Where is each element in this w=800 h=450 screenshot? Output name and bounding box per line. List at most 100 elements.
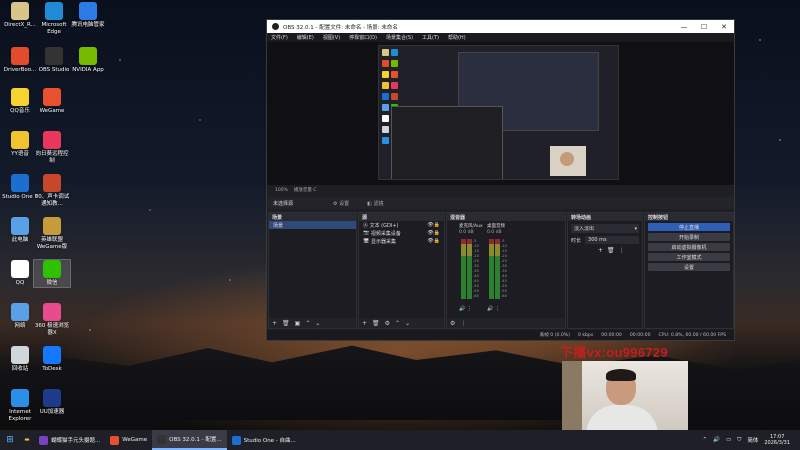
menu-help[interactable]: 帮助(H) [448, 34, 466, 41]
desktop-icon[interactable]: 微信 [33, 259, 71, 288]
mic-channel-name: 麦克风/Aux [459, 224, 483, 229]
trash-icon[interactable]: 🗑 [607, 247, 615, 254]
settings-button[interactable]: 设置 [648, 263, 730, 271]
source-item[interactable]: Ⓐ 文本 (GDI+) 👁🔒 [359, 221, 444, 229]
duration-input[interactable]: 300 ms [585, 236, 639, 244]
preview-zoom-row: 100% 播放音量 C [267, 186, 734, 194]
app-icon [43, 131, 61, 149]
down-icon[interactable]: ⌄ [405, 320, 410, 327]
obs-status-bar: 丢帧 0 (0.0%) 0 kbps 00:00:00 00:00:00 CPU… [267, 330, 734, 340]
menu-edit[interactable]: 编辑(E) [297, 34, 314, 41]
desktop-icon[interactable]: 腾讯电脑管家 [70, 2, 106, 29]
add-icon[interactable]: + [598, 247, 603, 254]
desktop-channel-db: 0.0 dB [487, 230, 502, 235]
menu-view[interactable]: 视图(V) [323, 34, 340, 41]
cpu-fps: CPU: 0.8%, 60.00 / 60.00 FPS [658, 332, 727, 338]
desktop-icon-label: WeGame [39, 108, 65, 114]
zoom-level[interactable]: 100% [275, 188, 288, 193]
desktop-icon[interactable]: NVIDIA App [70, 47, 106, 74]
desktop-icon[interactable]: 回收站 [2, 346, 38, 373]
webcam-feed [562, 361, 688, 434]
desktop-icon[interactable]: ToDesk [34, 346, 70, 373]
desktop-icon[interactable]: QQ音乐 [2, 88, 38, 115]
desktop-icon-label: UU加速器 [39, 409, 65, 415]
source-item[interactable]: 🖥 显示器采集 👁🔒 [359, 237, 444, 245]
bitrate: 0 kbps [577, 332, 594, 338]
mixer-footer: ⚙ ⋮ [447, 318, 565, 328]
desktop-icon[interactable]: Internet Explorer [2, 389, 38, 422]
mic-mute-controls[interactable]: 🔊 ⋮ [459, 306, 472, 312]
desktop-icon[interactable]: YY语音 [2, 131, 38, 158]
up-icon[interactable]: ⌃ [395, 320, 400, 327]
network-icon[interactable]: ▭ [726, 437, 731, 443]
minimize-button[interactable]: — [674, 23, 694, 31]
desktop-icon[interactable]: 英雄联盟WeGame版 [34, 217, 70, 250]
close-button[interactable]: ✕ [714, 23, 734, 31]
desktop-icon[interactable]: 向日葵远程控制 [34, 131, 70, 164]
obs-window[interactable]: OBS 32.0.1 - 配置文件: 未命名 - 场景: 未命名 — ☐ ✕ 文… [266, 19, 735, 341]
desktop-icon-label: 微信 [46, 280, 58, 286]
desktop-icon[interactable]: WeGame [34, 88, 70, 115]
desktop-icon-label: 360 极速浏览器X [34, 323, 70, 336]
sound-icon[interactable]: 🔊 [713, 437, 720, 443]
menu-icon[interactable]: ⋮ [460, 320, 466, 327]
obs-titlebar[interactable]: OBS 32.0.1 - 配置文件: 未命名 - 场景: 未命名 — ☐ ✕ [267, 20, 734, 33]
clock[interactable]: 17:07 2026/3/31 [764, 434, 790, 446]
desktop-icon[interactable]: Studio One 7 [2, 174, 38, 201]
app-icon [45, 2, 63, 20]
filters-button[interactable]: ◧ 滤镜 [367, 200, 383, 207]
add-icon[interactable]: + [362, 320, 367, 327]
taskbar-app[interactable]: 蝴蝶猫手元头摄题... [34, 430, 105, 450]
desktop-icon[interactable]: OBS Studio [36, 47, 72, 74]
menu-scene-collection[interactable]: 场景集合(S) [386, 34, 413, 41]
lang-indicator[interactable]: 简体 [747, 436, 758, 444]
preview-canvas[interactable] [267, 42, 734, 185]
taskbar-app[interactable]: Studio One - 自曲... [227, 430, 301, 450]
desktop-mute-controls[interactable]: 🔊 ⋮ [487, 306, 500, 312]
taskbar-apps: 蝴蝶猫手元头摄题... WeGame OBS 32.0.1 - 配置... Studi… [34, 430, 301, 450]
chevron-up-icon[interactable]: ⌃ [703, 437, 708, 443]
trash-icon[interactable]: 🗑 [372, 320, 380, 327]
down-icon[interactable]: ⌄ [315, 320, 320, 327]
desktop-icon[interactable]: 网络 [2, 303, 38, 330]
gear-icon[interactable]: ⚙ [385, 320, 390, 327]
menu-icon[interactable]: ⋮ [619, 247, 625, 254]
up-icon[interactable]: ⌃ [305, 320, 310, 327]
taskbar-app[interactable]: WeGame [105, 430, 152, 450]
desktop-icon-label: OBS Studio [38, 67, 70, 73]
windows-start-icon[interactable]: ⊞ [0, 435, 20, 445]
trash-icon[interactable]: 🗑 [282, 320, 290, 327]
add-icon[interactable]: + [272, 320, 277, 327]
source-item[interactable]: 📷 视频采集设备 👁🔒 [359, 229, 444, 237]
taskbar-app-label: OBS 32.0.1 - 配置... [169, 437, 222, 443]
desktop-icon[interactable]: DriverBoo... [2, 47, 38, 74]
scene-item[interactable]: 场景 [269, 221, 356, 229]
maximize-button[interactable]: ☐ [694, 23, 714, 31]
desktop-icon[interactable]: 360 极速浏览器X [34, 303, 70, 336]
mixer-dock: 混音器 麦克风/Aux 0.0 dB 桌面音频 0.0 dB -5 -10 -15-… [446, 212, 566, 329]
desktop-icon[interactable]: 00、声卡调试通知教... [34, 174, 70, 207]
menu-tools[interactable]: 工具(T) [422, 34, 439, 41]
studio-mode-button[interactable]: 工作室模式 [648, 253, 730, 261]
transition-actions: + 🗑 ⋮ [568, 244, 642, 254]
file-explorer-icon[interactable]: ▬ [20, 437, 34, 443]
desktop-icon[interactable]: UU加速器 [34, 389, 70, 416]
properties-button[interactable]: ⚙ 设置 [333, 200, 349, 207]
shield-icon[interactable]: ⛉ [737, 437, 741, 444]
virtual-camera-button[interactable]: 启动虚拟摄像机 [648, 243, 730, 251]
taskbar-app[interactable]: OBS 32.0.1 - 配置... [152, 430, 227, 450]
gear-icon[interactable]: ⚙ [450, 320, 455, 327]
filter-icon[interactable]: ▣ [295, 320, 301, 327]
start-recording-button[interactable]: 开始录制 [648, 233, 730, 241]
transition-select[interactable]: 淡入淡出 ▾ [571, 224, 639, 233]
menu-file[interactable]: 文件(F) [271, 34, 288, 41]
desktop-icon[interactable]: Microsoft Edge [36, 2, 72, 35]
stop-streaming-button[interactable]: 停止直播 [648, 223, 730, 231]
taskbar-app-label: Studio One - 自曲... [243, 438, 296, 444]
desktop-icon[interactable]: 此电脑 [2, 217, 38, 244]
desktop-icon[interactable]: DirectX_R... [2, 2, 38, 29]
desktop-icon[interactable]: QQ [2, 260, 38, 287]
desktop-icon-label: QQ [15, 280, 25, 286]
mic-meter [467, 239, 472, 299]
menu-docks[interactable]: 停靠窗口(D) [349, 34, 377, 41]
